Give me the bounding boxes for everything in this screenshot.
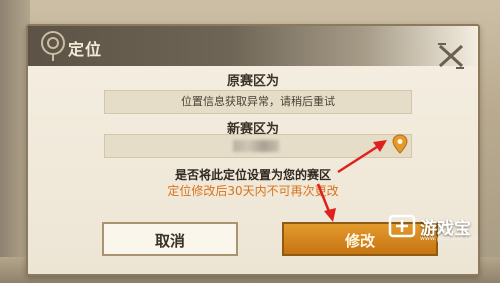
original-region-field: 位置信息获取异常，请稍后重试 <box>104 90 412 114</box>
dialog-title: 定位 <box>68 40 103 59</box>
warning-text: 定位修改后30天内不可再次更改 <box>167 184 339 198</box>
emblem-icon <box>41 31 65 61</box>
original-region-label: 原赛区为 <box>226 74 279 89</box>
close-icon[interactable] <box>436 42 466 70</box>
new-region-value <box>233 140 279 152</box>
watermark-url: www.youxibao.com <box>420 235 479 242</box>
confirm-prompt: 是否将此定位设置为您的赛区 <box>174 168 331 182</box>
new-region-field <box>104 134 412 158</box>
location-pin-icon[interactable] <box>392 134 408 154</box>
watermark: 游戏宝 www.youxibao.com <box>386 210 498 246</box>
gamepad-logo-icon <box>388 214 416 238</box>
cancel-button[interactable]: 取消 <box>102 222 238 256</box>
